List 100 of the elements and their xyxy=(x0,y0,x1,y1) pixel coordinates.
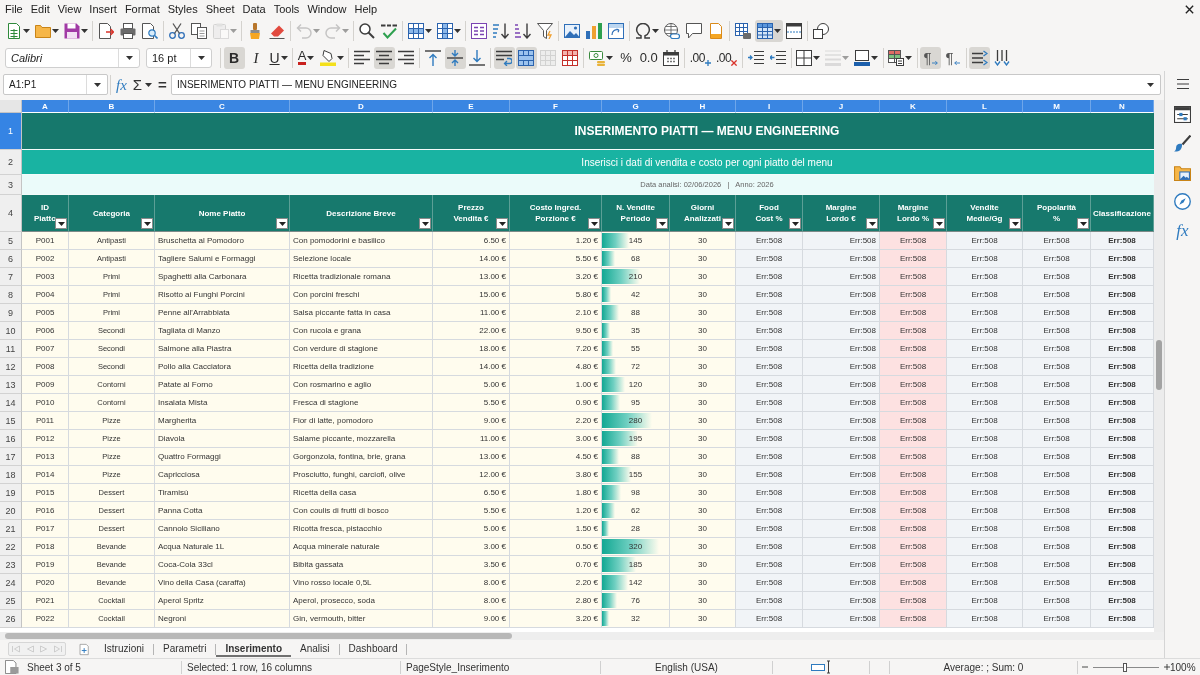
right-to-left-button[interactable]: ¶ xyxy=(942,46,964,69)
row-header[interactable]: 19 xyxy=(0,484,22,502)
row-header[interactable]: 8 xyxy=(0,286,22,304)
menu-item[interactable]: Data xyxy=(238,1,270,17)
row-header[interactable]: 22 xyxy=(0,538,22,556)
menu-item[interactable]: Sheet xyxy=(201,1,239,17)
row-header[interactable]: 9 xyxy=(0,304,22,322)
column-header[interactable]: M xyxy=(1023,100,1091,113)
filter-button[interactable] xyxy=(722,218,734,229)
underline-button[interactable]: U xyxy=(267,46,290,69)
row-header[interactable]: 4 xyxy=(0,195,22,232)
column-header[interactable]: D xyxy=(290,100,433,113)
delete-decimal-button[interactable]: .00 xyxy=(713,46,740,69)
row-header[interactable]: 1 xyxy=(0,113,22,150)
sort-button[interactable] xyxy=(468,20,490,42)
scrollbar-thumb[interactable] xyxy=(5,633,512,639)
filter-button[interactable] xyxy=(55,218,67,229)
zoom-thumb[interactable] xyxy=(1122,662,1127,672)
menu-icon[interactable] xyxy=(1175,78,1190,90)
left-to-right-button[interactable]: ¶ xyxy=(920,46,942,69)
column-header[interactable]: N xyxy=(1091,100,1154,113)
plus-icon[interactable] xyxy=(1164,663,1170,671)
hyperlink-button[interactable] xyxy=(661,20,683,42)
sheet-tab[interactable]: Dashboard xyxy=(339,641,407,657)
menu-item[interactable]: Styles xyxy=(163,1,202,17)
autofilter-button[interactable] xyxy=(534,20,556,42)
row-header[interactable]: 6 xyxy=(0,250,22,268)
row-header[interactable]: 5 xyxy=(0,232,22,250)
menu-item[interactable]: Edit xyxy=(26,1,54,17)
print-area-button[interactable] xyxy=(732,20,754,42)
font-name-field[interactable]: Calibri xyxy=(5,47,140,68)
row-header[interactable]: 21 xyxy=(0,520,22,538)
font-color-button[interactable]: A xyxy=(295,46,317,69)
filter-button[interactable] xyxy=(656,218,668,229)
row-header[interactable]: 26 xyxy=(0,610,22,628)
rows-button[interactable] xyxy=(405,20,434,42)
row-header[interactable]: 18 xyxy=(0,466,22,484)
font-size-field[interactable]: 16 pt xyxy=(146,47,212,68)
menu-item[interactable]: File xyxy=(1,1,27,17)
add-decimal-button[interactable]: .00 xyxy=(687,46,713,69)
menu-item[interactable]: View xyxy=(53,1,86,17)
insert-chart-button[interactable] xyxy=(583,20,605,42)
columns-button[interactable] xyxy=(434,20,463,42)
menu-item[interactable]: Help xyxy=(350,1,382,17)
zoom-percent[interactable]: 100% xyxy=(1170,661,1200,673)
filter-button[interactable] xyxy=(588,218,600,229)
functions-deck-button[interactable]: fx xyxy=(1167,216,1198,245)
sheet-tab[interactable]: Istruzioni xyxy=(95,641,153,657)
filter-button[interactable] xyxy=(866,218,878,229)
pivot-table-button[interactable] xyxy=(605,20,627,42)
filter-button[interactable] xyxy=(1009,218,1021,229)
row-header[interactable]: 17 xyxy=(0,448,22,466)
sheet-tab[interactable]: Parametri xyxy=(154,641,216,657)
center-vertically-button[interactable] xyxy=(444,46,466,69)
filter-button[interactable] xyxy=(933,218,945,229)
row-header[interactable]: 3 xyxy=(0,175,22,195)
cut-button[interactable] xyxy=(166,20,188,42)
row-header[interactable]: 13 xyxy=(0,376,22,394)
row-header[interactable]: 12 xyxy=(0,358,22,376)
document-plus-icon[interactable] xyxy=(79,642,90,656)
sum-button[interactable]: Σ xyxy=(129,73,156,96)
formula-button[interactable]: = xyxy=(155,73,170,96)
filter-button[interactable] xyxy=(496,218,508,229)
horizontal-scrollbar[interactable] xyxy=(0,632,1164,640)
percent-format-button[interactable]: % xyxy=(615,46,637,69)
name-box[interactable]: A1:P1 xyxy=(3,74,108,95)
column-header[interactable]: F xyxy=(510,100,602,113)
row-header[interactable]: 23 xyxy=(0,556,22,574)
align-center-button[interactable] xyxy=(373,46,395,69)
filter-button[interactable] xyxy=(419,218,431,229)
sheet-tab[interactable]: Analisi xyxy=(291,641,339,657)
scrollbar-thumb[interactable] xyxy=(1156,340,1162,390)
bold-button[interactable]: B xyxy=(223,46,245,69)
draw-functions-button[interactable] xyxy=(810,20,832,42)
column-header[interactable]: J xyxy=(803,100,880,113)
filter-button[interactable] xyxy=(789,218,801,229)
column-header[interactable]: B xyxy=(69,100,155,113)
column-header[interactable]: L xyxy=(947,100,1023,113)
filter-button[interactable] xyxy=(141,218,153,229)
column-header[interactable]: C xyxy=(155,100,290,113)
menu-item[interactable]: Tools xyxy=(269,1,304,17)
column-header[interactable]: H xyxy=(670,100,736,113)
sheet-tab[interactable]: Inserimento xyxy=(216,641,292,657)
standard-format-button[interactable]: 0.0 xyxy=(637,46,660,69)
split-window-button[interactable] xyxy=(783,20,805,42)
function-wizard-button[interactable]: fx xyxy=(113,73,130,96)
row-header[interactable]: 25 xyxy=(0,592,22,610)
column-header[interactable]: G xyxy=(602,100,670,113)
row-header[interactable]: 7 xyxy=(0,268,22,286)
freeze-panes-button[interactable] xyxy=(754,20,783,42)
merge-center-button[interactable] xyxy=(515,46,537,69)
italic-button[interactable]: I xyxy=(245,46,267,69)
column-header[interactable]: A xyxy=(22,100,69,113)
menu-item[interactable]: Window xyxy=(303,1,351,17)
column-header[interactable]: E xyxy=(433,100,510,113)
selection-mode-icon[interactable] xyxy=(811,660,831,674)
row-header[interactable]: 24 xyxy=(0,574,22,592)
row-header[interactable]: 2 xyxy=(0,150,22,175)
row-header[interactable]: 20 xyxy=(0,502,22,520)
filter-button[interactable] xyxy=(1077,218,1089,229)
